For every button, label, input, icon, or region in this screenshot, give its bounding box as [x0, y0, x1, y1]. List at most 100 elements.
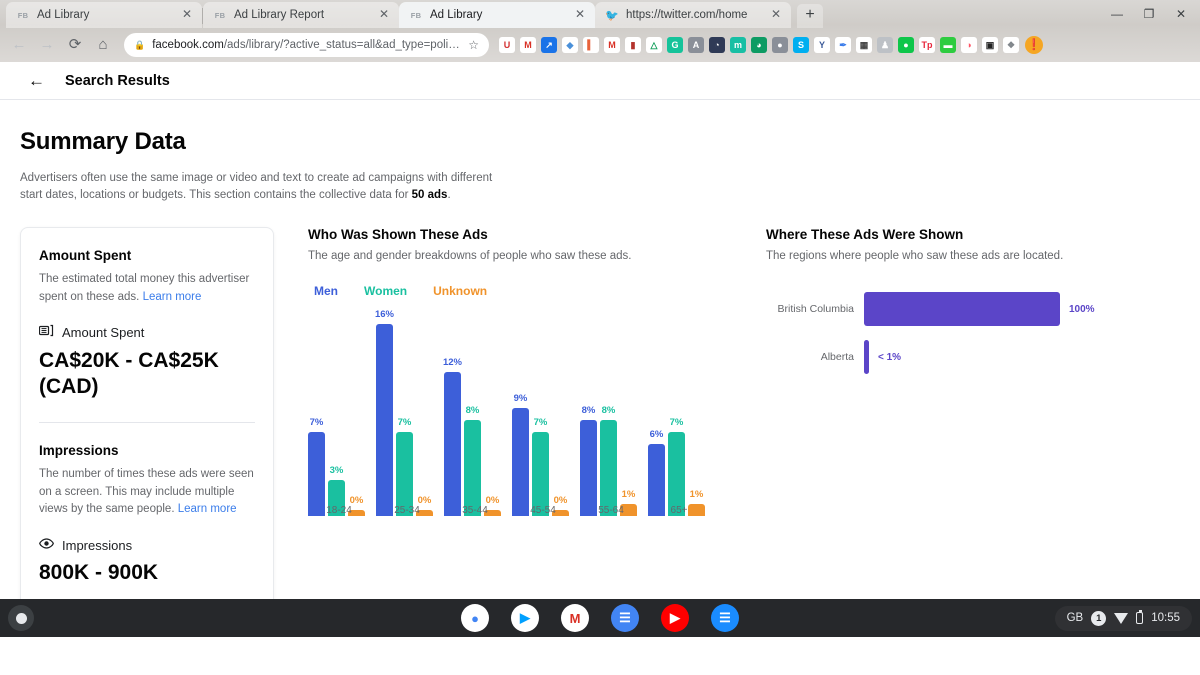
address-bar-url: facebook.com/ads/library/?active_status=… — [152, 39, 461, 51]
bar-men[interactable]: 9% — [512, 393, 529, 517]
bookmark-star-icon[interactable]: ☆ — [468, 38, 479, 52]
card-divider — [39, 422, 255, 424]
gmail-icon[interactable]: M — [561, 604, 589, 632]
region-value-label: 100% — [1069, 303, 1095, 315]
region-row: British Columbia 100% — [766, 292, 1186, 327]
skype-icon[interactable]: S — [793, 37, 809, 53]
bar-men[interactable]: 12% — [443, 357, 462, 517]
amount-spent-metric-label: Amount Spent — [62, 325, 145, 341]
avatar[interactable]: ❗ — [1025, 36, 1043, 54]
bar-value-label: 8% — [581, 405, 596, 417]
yandex-icon[interactable]: Y — [814, 37, 830, 53]
tab-close-icon[interactable]: ✕ — [377, 8, 391, 22]
reload-icon[interactable]: ⟳ — [62, 32, 88, 58]
moon-icon[interactable]: ◔ — [709, 37, 725, 53]
legend-item-women[interactable]: Women — [364, 284, 407, 298]
pill-icon[interactable]: ▬ — [940, 37, 956, 53]
bar-women[interactable]: 7% — [668, 417, 685, 517]
docs-icon[interactable]: ☰ — [611, 604, 639, 632]
back-arrow-icon[interactable]: ← — [28, 71, 45, 91]
forward-icon[interactable]: → — [34, 32, 60, 58]
notification-badge: 1 — [1091, 610, 1107, 626]
tab-title: Ad Library — [37, 9, 90, 21]
browser-tab-1[interactable]: FB Ad Library ✕ — [6, 2, 202, 28]
battery-icon — [1136, 610, 1144, 624]
clock: 10:55 — [1151, 612, 1180, 624]
toronto-star-icon[interactable]: Tp — [919, 37, 935, 53]
archive-icon[interactable]: A — [688, 37, 704, 53]
tab-close-icon[interactable]: ✕ — [769, 8, 783, 22]
where-shown-subheading: The regions where people who saw these a… — [766, 250, 1064, 263]
tab-title: https://twitter.com/home — [626, 9, 748, 21]
bar-men[interactable]: 7% — [308, 417, 325, 517]
browser-tab-4[interactable]: 🐦 https://twitter.com/home ✕ — [595, 2, 791, 28]
play-store-icon[interactable]: ▶ — [511, 604, 539, 632]
clock-icon[interactable]: ◕ — [751, 37, 767, 53]
ghostery-icon[interactable]: ● — [772, 37, 788, 53]
bar-women[interactable]: 8% — [464, 405, 481, 517]
impressions-learn-more-link[interactable]: Learn more — [178, 503, 237, 515]
news-icon[interactable]: ▦ — [856, 37, 872, 53]
browser-tab-3-active[interactable]: FB Ad Library ✕ — [399, 2, 595, 28]
bar-value-label: 9% — [513, 393, 528, 405]
extensions-icon[interactable]: ❖ — [1003, 37, 1019, 53]
chrome-icon[interactable]: ● — [461, 604, 489, 632]
gmail-alt-icon[interactable]: M — [520, 37, 536, 53]
bar-value-label: 7% — [397, 417, 412, 429]
dictionary-icon[interactable]: ▮ — [625, 37, 641, 53]
tab-close-icon[interactable]: ✕ — [573, 8, 587, 22]
grammarly-icon[interactable]: G — [667, 37, 683, 53]
bar-group-bars: 7% 3% 0% — [308, 316, 370, 517]
home-icon[interactable]: ⌂ — [90, 32, 116, 58]
browser-tab-2[interactable]: FB Ad Library Report ✕ — [203, 2, 399, 28]
maximize-button[interactable]: ❐ — [1134, 2, 1164, 26]
youtube-icon[interactable]: ▶ — [661, 604, 689, 632]
flame-icon[interactable]: ● — [898, 37, 914, 53]
eyedropper-icon[interactable]: ✒ — [835, 37, 851, 53]
lock-icon: 🔒 — [134, 39, 146, 50]
new-tab-button[interactable]: + — [797, 4, 823, 28]
magnet-icon[interactable]: U — [499, 37, 515, 53]
page-title: Search Results — [65, 72, 170, 89]
minimize-button[interactable]: — — [1102, 2, 1132, 26]
learn-more-link[interactable]: Learn more — [143, 291, 202, 303]
address-bar[interactable]: 🔒 facebook.com/ads/library/?active_statu… — [124, 33, 489, 57]
system-tray[interactable]: GB 1 10:55 — [1054, 605, 1192, 631]
walk-icon[interactable]: ♟ — [877, 37, 893, 53]
blue-arrow-icon[interactable]: ↗ — [541, 37, 557, 53]
main-content: Summary Data Advertisers often use the s… — [0, 100, 1200, 608]
mix-icon[interactable]: m — [730, 37, 746, 53]
diamond-icon[interactable]: ◆ — [562, 37, 578, 53]
bar-women[interactable]: 7% — [396, 417, 413, 517]
region-bar[interactable] — [864, 292, 1060, 327]
back-icon[interactable]: ← — [6, 32, 32, 58]
region-bar[interactable] — [864, 340, 869, 375]
impressions-value: 800K - 900K — [39, 561, 159, 585]
taskbar: ● ▶ M ☰ ▶ ☰ GB 1 10:55 — [0, 599, 1200, 637]
tab-close-icon[interactable]: ✕ — [180, 8, 194, 22]
impressions-metric-row: Impressions — [39, 536, 255, 554]
region-row: Alberta < 1% — [766, 340, 1186, 375]
amount-spent-metric-row: Amount Spent — [38, 324, 255, 342]
close-window-button[interactable]: ✕ — [1166, 2, 1196, 26]
bar-men[interactable]: 16% — [375, 309, 394, 517]
region-name-label: British Columbia — [777, 303, 854, 316]
gmail-icon[interactable]: M — [604, 37, 620, 53]
bar-women[interactable]: 7% — [532, 417, 549, 517]
bar-men[interactable]: 8% — [580, 405, 597, 517]
impressions-heading: Impressions — [39, 443, 119, 459]
google-drive-icon[interactable]: △ — [646, 37, 662, 53]
amount-spent-heading: Amount Spent — [39, 248, 132, 264]
ads-count: 50 ads — [411, 188, 448, 201]
pip-icon[interactable]: ▣ — [982, 37, 998, 53]
ad-icon[interactable]: ◑ — [961, 37, 977, 53]
messages-icon[interactable]: ☰ — [711, 604, 739, 632]
bar-value-label: 7% — [533, 417, 548, 429]
wifi-icon — [1114, 612, 1129, 624]
legend-item-unknown[interactable]: Unknown — [433, 284, 487, 298]
bar-value-label: 16% — [374, 309, 395, 321]
x-axis-label: 35-44 — [462, 505, 488, 517]
red-book-icon[interactable]: ▍ — [583, 37, 599, 53]
bar-women[interactable]: 8% — [600, 405, 617, 517]
legend-item-men[interactable]: Men — [314, 284, 338, 298]
